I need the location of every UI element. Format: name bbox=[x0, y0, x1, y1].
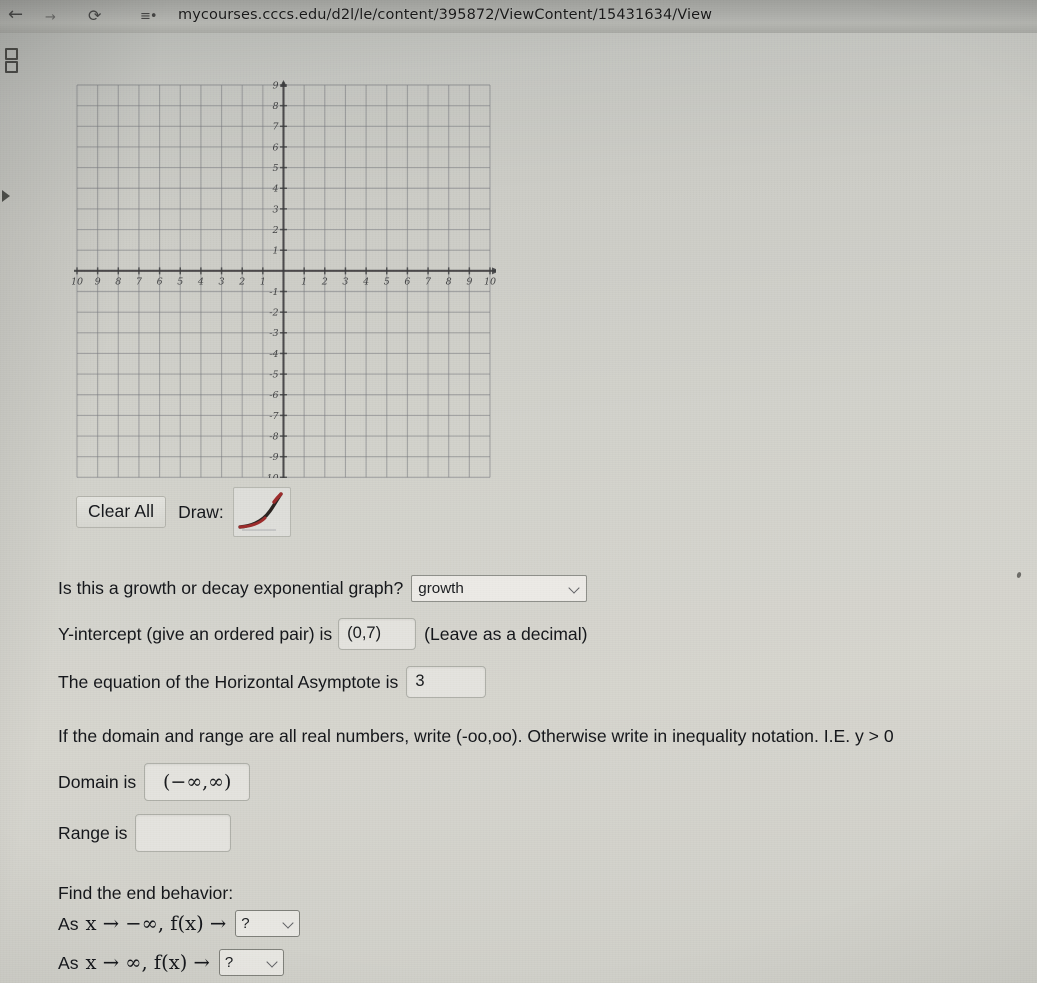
site-settings-icon[interactable]: ≡• bbox=[140, 6, 158, 28]
svg-text:5: 5 bbox=[384, 276, 390, 287]
reading-list-icon-bottom bbox=[5, 61, 18, 73]
svg-text:6: 6 bbox=[404, 276, 410, 287]
end-behavior-row-2: As x → ∞, f(x) → ? bbox=[58, 949, 1033, 977]
expand-caret-icon[interactable] bbox=[2, 190, 10, 202]
coordinate-graph-canvas[interactable]: 10 9 8 7 6 5 4 3 2 1 1 2 3 4 5 6 7 8 9 10987654321-1-2-3-4-… bbox=[72, 80, 496, 478]
svg-text:-5: -5 bbox=[269, 370, 278, 381]
end-behavior-row-1: As x → −∞, f(x) → ? bbox=[58, 910, 1033, 938]
svg-text:-9: -9 bbox=[269, 452, 278, 463]
svg-text:2: 2 bbox=[238, 276, 245, 287]
growth-decay-row: Is this a growth or decay exponential gr… bbox=[58, 575, 1033, 602]
svg-text:4: 4 bbox=[362, 276, 369, 287]
growth-decay-select-value: growth bbox=[418, 579, 464, 597]
svg-text:7: 7 bbox=[136, 276, 143, 287]
range-row: Range is bbox=[58, 813, 1033, 852]
graph-controls: Clear All Draw: bbox=[76, 487, 291, 537]
reload-icon[interactable]: ⟳ bbox=[88, 5, 101, 27]
y-intercept-prompt: Y-intercept (give an ordered pair) is bbox=[58, 623, 333, 644]
growth-decay-select[interactable]: growth bbox=[411, 575, 588, 602]
address-bar-url[interactable]: mycourses.cccs.edu/d2l/le/content/395872… bbox=[178, 4, 712, 26]
domain-row: Domain is (−∞,∞) bbox=[58, 762, 1033, 801]
svg-text:-6: -6 bbox=[269, 390, 278, 401]
browser-toolbar: ← → ⟳ ≡• mycourses.cccs.edu/d2l/le/conte… bbox=[0, 0, 1037, 33]
svg-text:8: 8 bbox=[446, 276, 452, 287]
reading-list-icon[interactable] bbox=[5, 48, 18, 73]
svg-text:10: 10 bbox=[484, 276, 496, 287]
end-behavior-1-lead: As bbox=[58, 913, 79, 934]
asymptote-prompt: The equation of the Horizontal Asymptote… bbox=[58, 671, 399, 692]
end-behavior-2-lead: As bbox=[58, 952, 79, 973]
svg-text:1: 1 bbox=[272, 246, 278, 257]
end-behavior-2-select[interactable]: ? bbox=[218, 949, 284, 977]
end-behavior-heading: Find the end behavior: bbox=[58, 882, 234, 903]
svg-text:6: 6 bbox=[157, 276, 163, 287]
svg-text:1: 1 bbox=[260, 276, 266, 287]
end-behavior-1-expression: x → −∞, f(x) → bbox=[85, 911, 227, 935]
svg-text:3: 3 bbox=[219, 276, 225, 287]
svg-text:2: 2 bbox=[271, 225, 278, 236]
svg-text:8: 8 bbox=[115, 276, 121, 287]
forward-arrow-icon[interactable]: → bbox=[45, 7, 56, 29]
end-behavior-2-select-value: ? bbox=[224, 954, 234, 972]
svg-text:9: 9 bbox=[95, 276, 101, 287]
svg-text:5: 5 bbox=[177, 276, 183, 287]
svg-text:-7: -7 bbox=[269, 411, 279, 422]
coordinate-graph[interactable]: 10 9 8 7 6 5 4 3 2 1 1 2 3 4 5 6 7 8 9 10 9 8 7 6 5 4 3 2 1 -1 -2 -3 -4-… bbox=[72, 80, 496, 478]
end-behavior-1-select-value: ? bbox=[241, 915, 250, 933]
svg-text:-4: -4 bbox=[269, 349, 278, 360]
end-behavior-2-expression: x → ∞, f(x) → bbox=[85, 950, 210, 974]
y-intercept-hint: (Leave as a decimal) bbox=[424, 623, 588, 644]
svg-text:-10: -10 bbox=[263, 473, 278, 478]
svg-text:8: 8 bbox=[272, 101, 278, 112]
svg-text:4: 4 bbox=[271, 184, 278, 195]
svg-text:9: 9 bbox=[272, 80, 278, 91]
draw-exponential-curve-tool[interactable] bbox=[232, 487, 291, 537]
growth-decay-prompt: Is this a growth or decay exponential gr… bbox=[58, 578, 404, 599]
asymptote-input[interactable]: 3 bbox=[406, 666, 487, 698]
svg-text:5: 5 bbox=[272, 163, 278, 174]
svg-text:-8: -8 bbox=[269, 431, 278, 442]
svg-text:7: 7 bbox=[425, 276, 432, 287]
asymptote-row: The equation of the Horizontal Asymptote… bbox=[58, 666, 1033, 698]
domain-input[interactable]: (−∞,∞) bbox=[144, 762, 251, 801]
svg-text:3: 3 bbox=[272, 204, 278, 215]
domain-label: Domain is bbox=[58, 771, 137, 792]
back-arrow-icon[interactable]: ← bbox=[8, 4, 23, 26]
svg-text:9: 9 bbox=[466, 276, 472, 287]
end-behavior-1-select[interactable]: ? bbox=[235, 910, 301, 938]
svg-text:-3: -3 bbox=[269, 328, 278, 339]
reading-list-icon-top bbox=[5, 48, 18, 60]
svg-text:10: 10 bbox=[72, 276, 83, 287]
svg-text:1: 1 bbox=[301, 276, 307, 287]
exponential-curve-icon bbox=[238, 492, 283, 531]
svg-text:-1: -1 bbox=[269, 287, 278, 298]
draw-label: Draw: bbox=[178, 501, 224, 522]
y-intercept-row: Y-intercept (give an ordered pair) is (0… bbox=[58, 618, 1033, 650]
svg-text:-2: -2 bbox=[269, 308, 278, 319]
chevron-down-icon bbox=[283, 918, 294, 929]
svg-text:4: 4 bbox=[197, 276, 204, 287]
svg-text:6: 6 bbox=[272, 142, 278, 153]
y-intercept-input[interactable]: (0,7) bbox=[338, 618, 417, 650]
clear-all-button[interactable]: Clear All bbox=[76, 496, 167, 528]
range-input[interactable] bbox=[135, 813, 232, 852]
svg-text:7: 7 bbox=[272, 122, 279, 133]
svg-text:3: 3 bbox=[342, 276, 348, 287]
domain-range-note: If the domain and range are all real num… bbox=[58, 726, 894, 746]
question-block: Is this a growth or decay exponential gr… bbox=[58, 575, 1033, 977]
range-label: Range is bbox=[58, 822, 128, 843]
chevron-down-icon bbox=[267, 957, 278, 968]
svg-text:2: 2 bbox=[321, 276, 328, 287]
chevron-down-icon bbox=[569, 583, 580, 594]
